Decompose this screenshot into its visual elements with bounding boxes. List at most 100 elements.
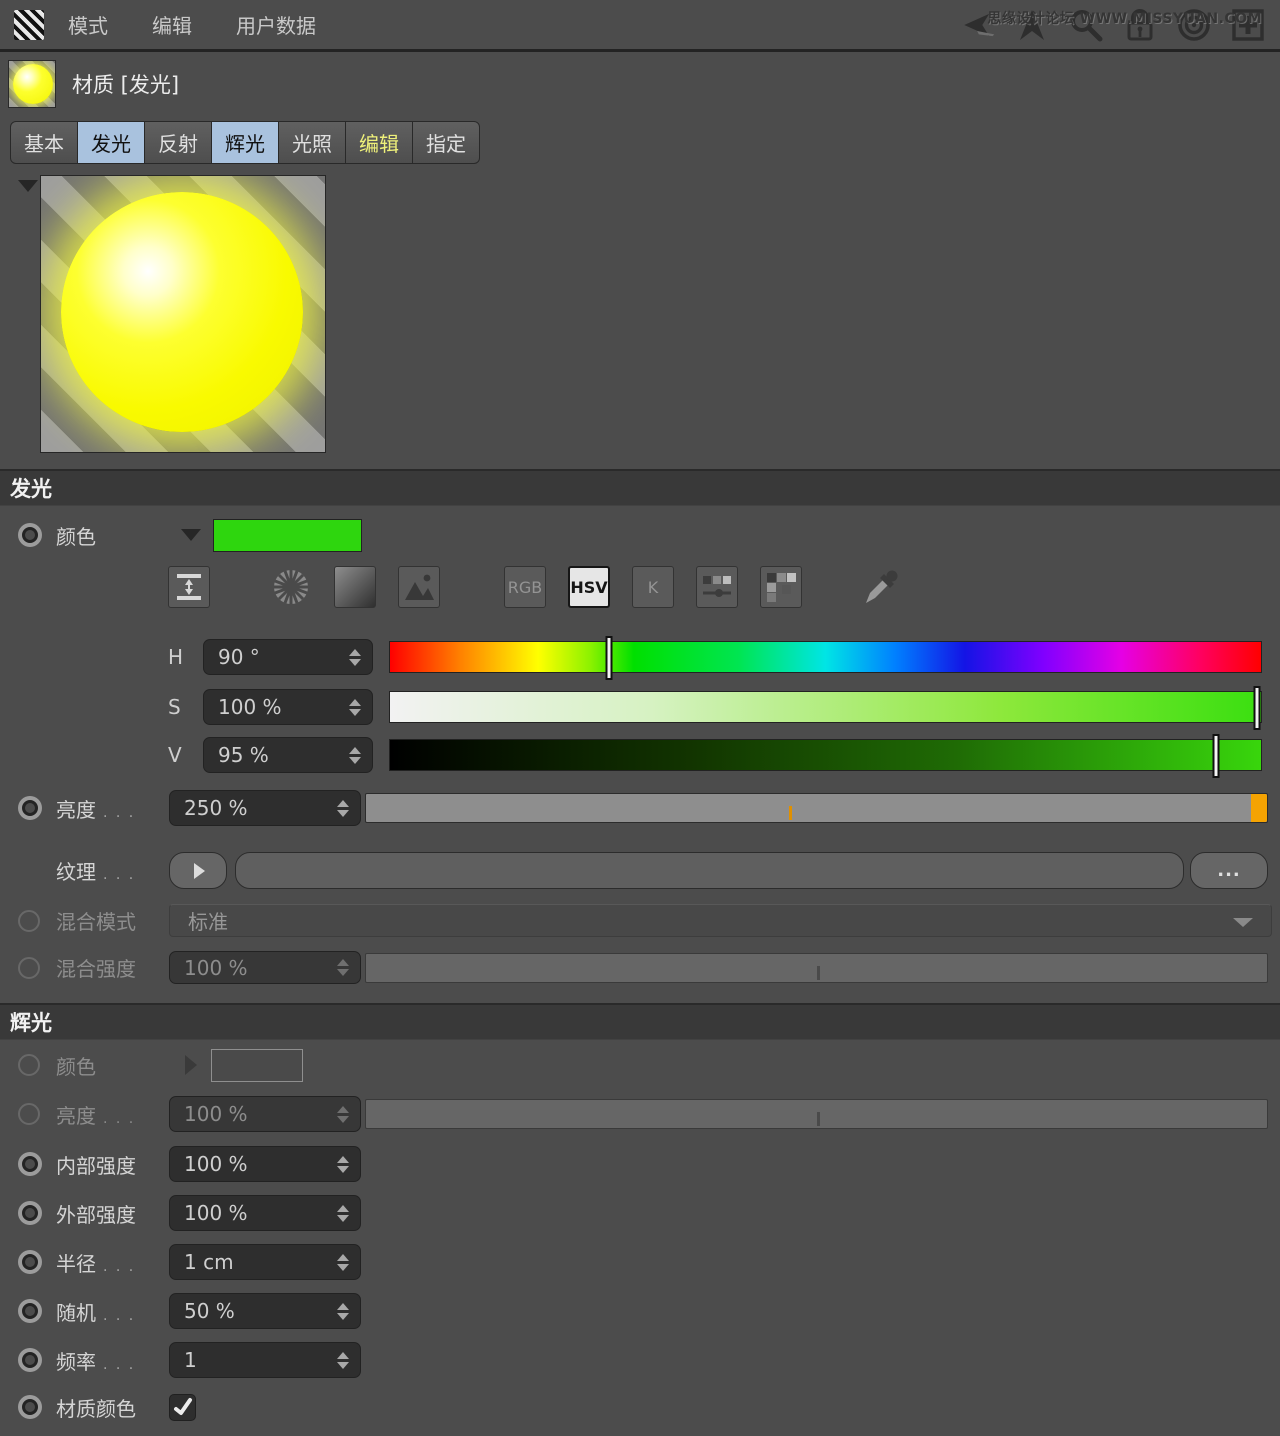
back-arrow-icon[interactable] [960, 8, 996, 42]
tab-basic[interactable]: 基本 [10, 121, 78, 164]
spinner[interactable] [337, 1245, 351, 1279]
spinner[interactable] [349, 690, 363, 724]
blend-mode-toggle[interactable] [18, 910, 40, 932]
color-wheel-icon[interactable] [270, 566, 312, 608]
rgb-mode-button[interactable]: RGB [504, 566, 546, 608]
inner-strength-row: 内部强度 100 % [0, 1146, 1280, 1182]
brightness-input[interactable]: 250 % [169, 790, 361, 826]
menu-edit[interactable]: 编辑 [152, 10, 192, 39]
frequency-toggle[interactable] [18, 1348, 42, 1372]
glow-color-swatch[interactable] [211, 1049, 303, 1082]
eyedropper-icon[interactable] [860, 566, 902, 608]
tab-glow[interactable]: 辉光 [212, 121, 279, 164]
leader-dots: . . . [103, 1308, 135, 1324]
compact-mode-icon[interactable] [168, 566, 210, 608]
spinner[interactable] [337, 1343, 351, 1377]
radius-input[interactable]: 1 cm [169, 1244, 361, 1280]
brightness-enable-toggle[interactable] [18, 796, 42, 820]
row-label: 随机 [56, 1297, 96, 1326]
row-label: 半径 [56, 1248, 96, 1277]
row-label: 颜色 [56, 521, 96, 550]
emission-color-swatch[interactable] [213, 519, 362, 552]
brightness-slider[interactable] [365, 793, 1268, 823]
glow-brightness-toggle[interactable] [18, 1103, 40, 1125]
value-slider[interactable] [389, 739, 1262, 771]
spinner[interactable] [337, 1294, 351, 1328]
tab-reflection[interactable]: 反射 [145, 121, 212, 164]
outer-strength-toggle[interactable] [18, 1201, 42, 1225]
gradient-icon[interactable] [334, 566, 376, 608]
texture-expand-button[interactable] [169, 852, 227, 889]
outer-strength-input[interactable]: 100 % [169, 1195, 361, 1231]
sat-marker[interactable] [1253, 686, 1260, 730]
blend-strength-row: 混合强度 100 % [0, 951, 1280, 984]
target-icon[interactable] [1176, 8, 1212, 42]
leader-dots: . . . [103, 867, 135, 883]
tab-edit[interactable]: 编辑 [346, 121, 413, 164]
blend-strength-toggle[interactable] [18, 957, 40, 979]
menu-grid-icon[interactable] [14, 10, 44, 40]
hsv-mode-button[interactable]: HSV [568, 566, 610, 608]
leader-dots: . . . [103, 1111, 135, 1127]
glow-section-header: 辉光 [0, 1003, 1280, 1040]
random-input[interactable]: 50 % [169, 1293, 361, 1329]
inner-strength-input[interactable]: 100 % [169, 1146, 361, 1182]
spinner[interactable] [337, 1196, 351, 1230]
k-mode-button[interactable]: K [632, 566, 674, 608]
chevron-down-icon[interactable] [181, 529, 201, 541]
value-input[interactable]: 95 % [203, 737, 373, 773]
material-preview-area [14, 175, 1280, 453]
add-icon[interactable] [1230, 8, 1266, 42]
material-color-toggle[interactable] [18, 1395, 42, 1419]
texture-path-field[interactable] [235, 852, 1184, 889]
row-label: 外部强度 [56, 1199, 136, 1228]
outer-strength-row: 外部强度 100 % [0, 1195, 1280, 1231]
check-icon [173, 1397, 193, 1417]
spinner[interactable] [349, 640, 363, 674]
random-toggle[interactable] [18, 1299, 42, 1323]
spinner[interactable] [337, 1147, 351, 1181]
hue-slider[interactable] [389, 641, 1262, 673]
texture-browse-button[interactable]: ... [1190, 852, 1268, 889]
menu-user-data[interactable]: 用户数据 [236, 10, 316, 39]
mixer-icon[interactable] [696, 566, 738, 608]
blend-mode-select[interactable]: 标准 [169, 904, 1272, 937]
chevron-down-icon [1233, 918, 1253, 927]
image-icon[interactable] [398, 566, 440, 608]
spinner[interactable] [337, 791, 351, 825]
menu-mode[interactable]: 模式 [68, 10, 108, 39]
section-title: 辉光 [10, 1007, 52, 1037]
collapse-triangle-icon[interactable] [18, 180, 38, 192]
brightness-handle[interactable] [1251, 794, 1267, 822]
material-preview[interactable] [40, 175, 326, 453]
radius-toggle[interactable] [18, 1250, 42, 1274]
lock-icon[interactable] [1122, 8, 1158, 42]
swatches-icon[interactable] [760, 566, 802, 608]
spinner[interactable] [349, 738, 363, 772]
spinner[interactable] [337, 1097, 351, 1131]
tab-illumination[interactable]: 光照 [279, 121, 346, 164]
tab-emission[interactable]: 发光 [78, 121, 145, 164]
hue-marker[interactable] [606, 636, 613, 680]
tab-assign[interactable]: 指定 [413, 121, 480, 164]
hue-input[interactable]: 90 ° [203, 639, 373, 675]
up-arrow-icon[interactable] [1014, 8, 1050, 42]
inner-strength-toggle[interactable] [18, 1152, 42, 1176]
material-color-checkbox[interactable] [169, 1394, 196, 1421]
glow-color-row: 颜色 [0, 1047, 1280, 1083]
material-preview-thumb [8, 60, 56, 108]
emission-color-enable-toggle[interactable] [18, 523, 42, 547]
saturation-input[interactable]: 100 % [203, 689, 373, 725]
val-marker[interactable] [1212, 734, 1219, 778]
h-label: H [168, 645, 203, 669]
saturation-slider[interactable] [389, 691, 1262, 723]
s-label: S [168, 695, 203, 719]
glow-brightness-input[interactable]: 100 % [169, 1096, 361, 1132]
page-title: 材质 [发光] [72, 69, 179, 99]
frequency-input[interactable]: 1 [169, 1342, 361, 1378]
glow-color-toggle[interactable] [18, 1054, 40, 1076]
blend-strength-input[interactable]: 100 % [169, 951, 361, 984]
spinner[interactable] [337, 952, 351, 983]
search-icon[interactable] [1068, 8, 1104, 42]
chevron-right-icon[interactable] [185, 1055, 197, 1075]
